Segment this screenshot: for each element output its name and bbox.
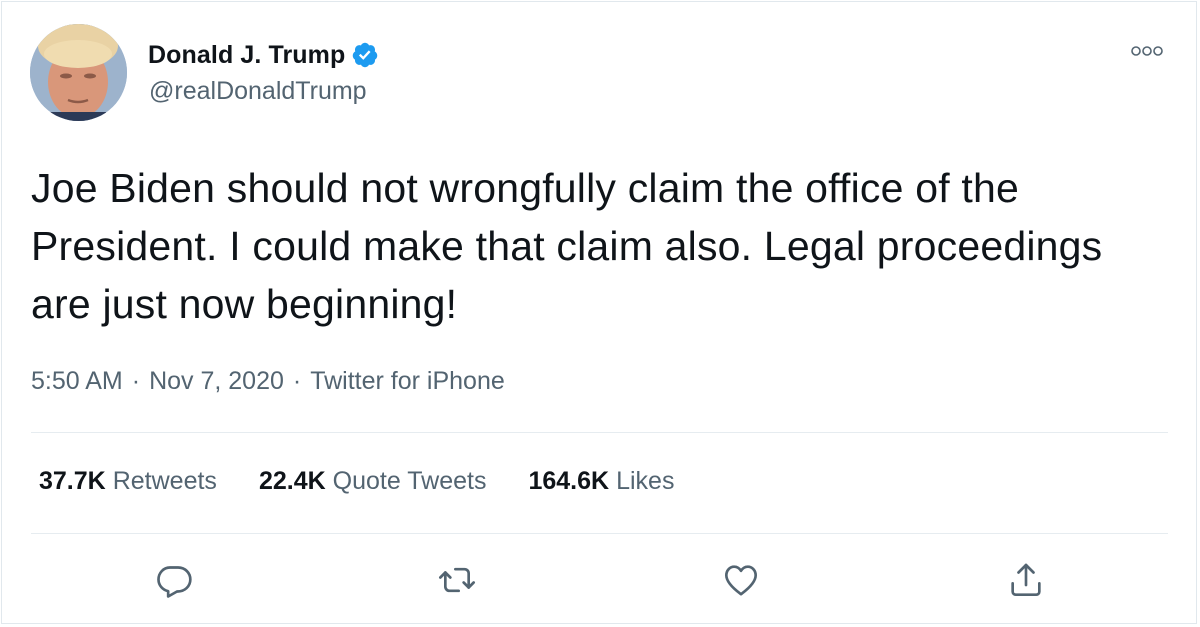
- retweet-icon[interactable]: [437, 560, 477, 600]
- retweets-stat[interactable]: 37.7K Retweets: [39, 467, 217, 496]
- meta-separator: ·: [131, 367, 141, 395]
- retweets-label: Retweets: [112, 467, 217, 495]
- tweet-time[interactable]: 5:50 AM: [31, 367, 123, 396]
- avatar[interactable]: [30, 24, 127, 121]
- tweet-card: Donald J. Trump @realDonaldTrump Joe Bid…: [1, 1, 1197, 624]
- author-handle[interactable]: @realDonaldTrump: [149, 77, 367, 106]
- tweet-text: Joe Biden should not wrongfully claim th…: [31, 165, 1103, 327]
- retweets-count: 37.7K: [39, 467, 106, 495]
- heart-icon[interactable]: [721, 560, 761, 600]
- profile-photo-icon: [30, 24, 127, 121]
- divider: [31, 533, 1168, 534]
- quote-tweets-label: Quote Tweets: [332, 467, 487, 495]
- tweet-date[interactable]: Nov 7, 2020: [149, 367, 284, 396]
- verified-badge-icon: [353, 42, 378, 68]
- author-name-row: Donald J. Trump: [148, 38, 379, 72]
- likes-count: 164.6K: [528, 467, 610, 495]
- quote-tweets-count: 22.4K: [258, 467, 326, 495]
- tweet-metadata: 5:50 AM · Nov 7, 2020 · Twitter for iPho…: [31, 367, 505, 396]
- divider: [31, 432, 1168, 433]
- share-icon[interactable]: [1006, 560, 1046, 600]
- author-display-name[interactable]: Donald J. Trump: [148, 41, 345, 70]
- quote-tweets-stat[interactable]: 22.4K Quote Tweets: [259, 467, 487, 496]
- likes-stat[interactable]: 164.6K Likes: [528, 467, 674, 496]
- likes-label: Likes: [616, 467, 675, 495]
- more-options-icon[interactable]: [1129, 42, 1165, 60]
- comment-icon[interactable]: [154, 560, 194, 600]
- tweet-source[interactable]: Twitter for iPhone: [310, 367, 505, 396]
- engagement-stats: 37.7K Retweets 22.4K Quote Tweets 164.6K Li…: [39, 467, 716, 496]
- meta-separator: ·: [292, 367, 302, 395]
